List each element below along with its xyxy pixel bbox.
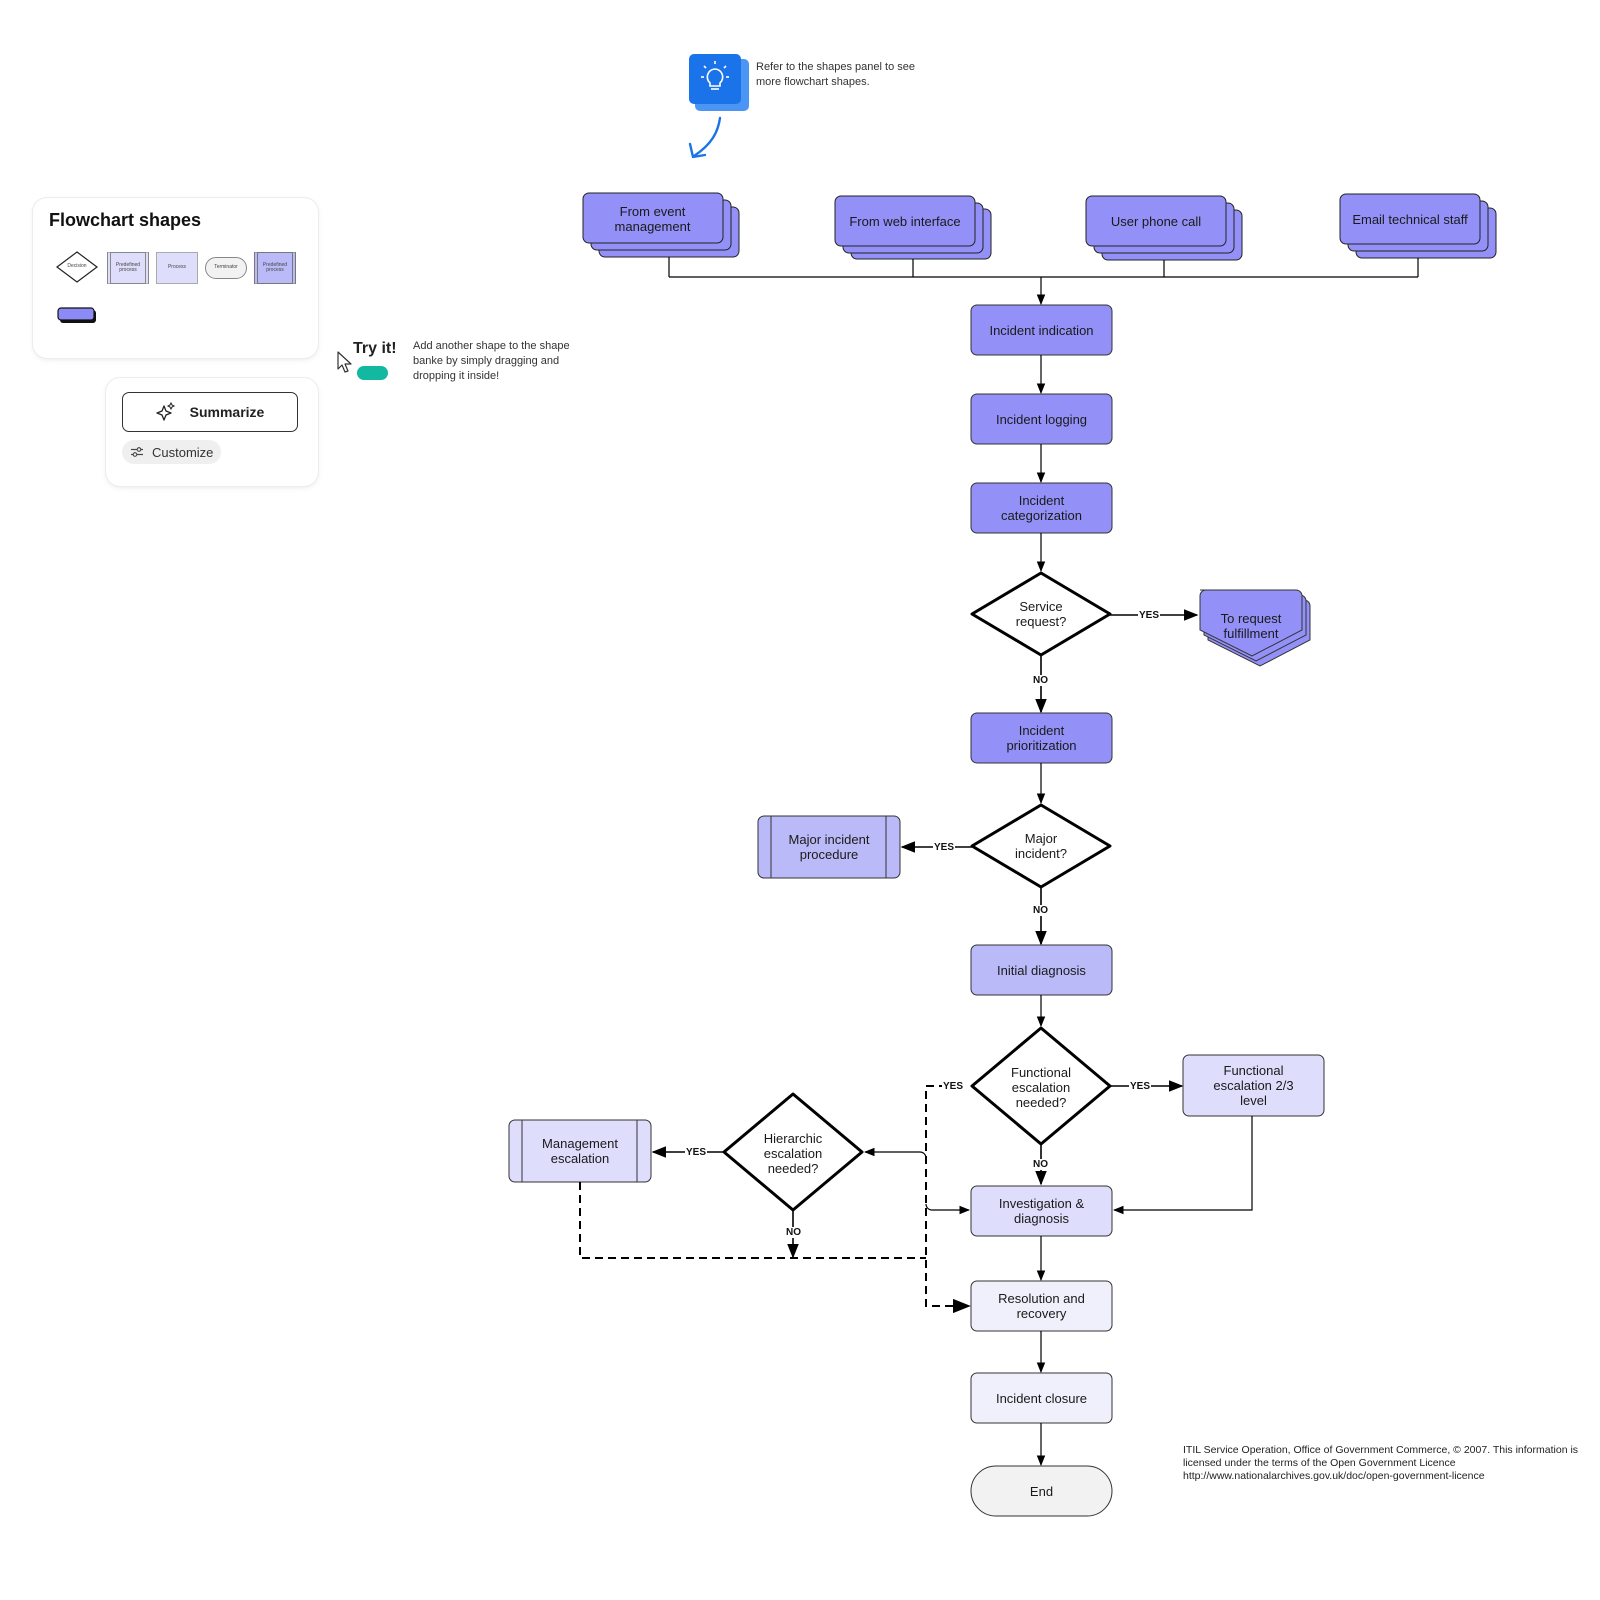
label-incident-logging: Incident logging — [995, 411, 1088, 427]
label-incident-indication: Incident indication — [989, 322, 1094, 338]
edge-label-yes: YES — [933, 842, 956, 853]
label-management-escalation: Management escalation — [542, 1136, 618, 1166]
label-incident-closure: Incident closure — [995, 1390, 1088, 1406]
edge-management-dashed — [579, 1182, 926, 1259]
label-hierarchic-escalation-q: Hierarchic escalation needed? — [763, 1130, 823, 1176]
edge-label-yes: YES — [685, 1147, 708, 1158]
label-major-procedure: Major incident procedure — [788, 832, 870, 862]
edge-to-investigation — [925, 1203, 971, 1215]
source-label-web: From web interface — [849, 213, 961, 229]
label-incident-prioritization: Incident prioritization — [1006, 723, 1077, 753]
label-resolution: Resolution and recovery — [998, 1291, 1085, 1321]
edge-label-no: NO — [1032, 1159, 1049, 1170]
flowchart-canvas — [508, 192, 1497, 1517]
source-label-event: From event management — [614, 204, 691, 234]
label-functional-escalation-q: Functional escalation needed? — [1011, 1064, 1071, 1110]
label-end: End — [1029, 1483, 1054, 1499]
label-request-fulfillment: To request fulfillment — [1220, 611, 1282, 641]
label-incident-categorization: Incident categorization — [1001, 493, 1082, 523]
edge-label-yes: YES — [1138, 610, 1161, 621]
label-initial-diagnosis: Initial diagnosis — [997, 962, 1086, 978]
edge-label-yes: YES — [942, 1081, 965, 1092]
edge-to-hierarchic — [863, 1147, 927, 1160]
label-investigation: Investigation & diagnosis — [998, 1196, 1085, 1226]
edge-label-yes: YES — [1129, 1081, 1152, 1092]
source-credit: ITIL Service Operation, Office of Govern… — [1183, 1444, 1579, 1482]
edge-label-no: NO — [1032, 905, 1049, 916]
label-functional-escalation: Functional escalation 2/3 level — [1213, 1063, 1294, 1108]
source-label-email: Email technical staff — [1352, 211, 1468, 227]
source-label-phone: User phone call — [1110, 213, 1202, 229]
connector-sources-merge — [668, 257, 1419, 306]
edge-label-no: NO — [785, 1227, 802, 1238]
label-major-incident: Major incident? — [1014, 831, 1068, 861]
label-service-request: Service request? — [1015, 599, 1067, 629]
edge-label-no: NO — [1032, 675, 1049, 686]
edge-functional-yes-left-dashed — [925, 1085, 971, 1314]
edge-functional-escalation-to-investigation — [1112, 1116, 1253, 1215]
